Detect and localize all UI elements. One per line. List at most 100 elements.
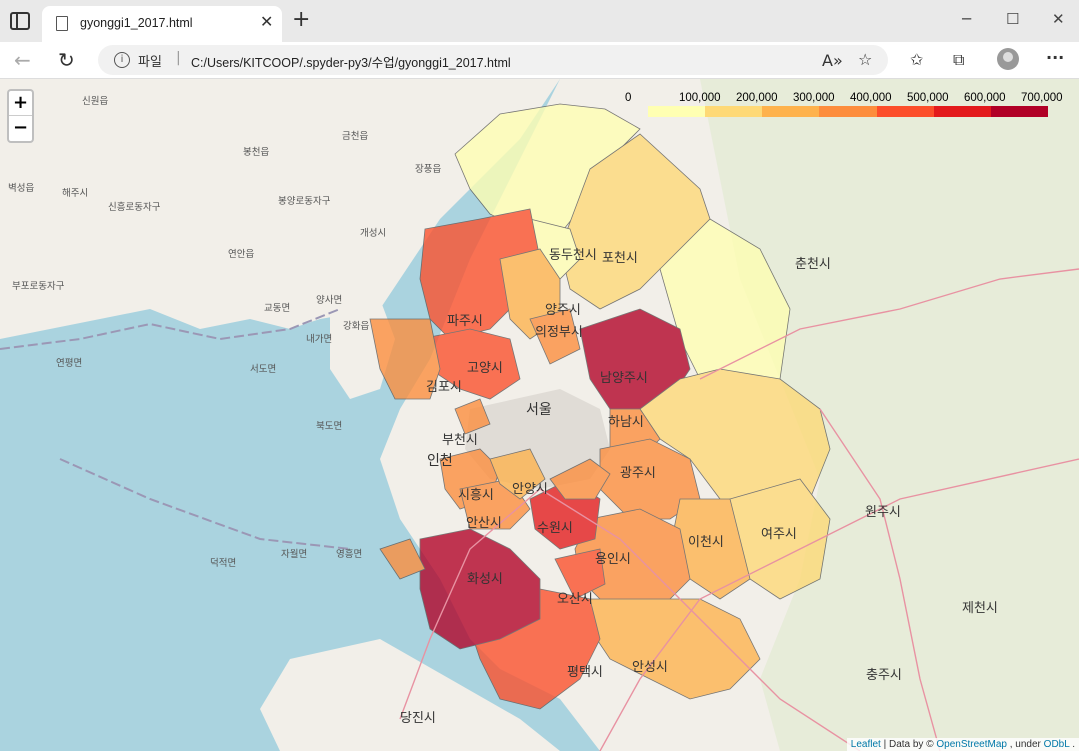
legend-tick: 200,000 — [736, 92, 778, 104]
tab-actions-icon[interactable] — [10, 12, 30, 30]
city-label: 파주시 — [447, 314, 483, 329]
maximize-icon[interactable]: ☐ — [1006, 10, 1019, 28]
browser-tab[interactable]: gyonggi1_2017.html ✕ — [42, 6, 282, 42]
odbl-link[interactable]: ODbL — [1044, 739, 1070, 750]
place-label: 내가면 — [306, 334, 332, 345]
place-label: 서도면 — [250, 364, 276, 375]
place-label: 금천읍 — [342, 131, 368, 142]
place-label: 봉천읍 — [243, 147, 269, 158]
city-label: 김포시 — [426, 380, 462, 395]
legend-tick: 300,000 — [793, 92, 835, 104]
map-svg: 서울 인천 파주시 고양시 김포시 양주시 의정부시 남양주시 포천시 광주시 … — [0, 79, 1079, 751]
address-bar-row: ← ↻ i 파일 | C:/Users/KITCOOP/.spyder-py3/… — [0, 42, 1079, 79]
document-icon — [56, 16, 68, 31]
collections-icon[interactable]: ⧉ — [953, 50, 964, 70]
attribution-text: . — [1072, 739, 1075, 750]
place-label: 강화읍 — [343, 321, 369, 332]
zoom-in-button[interactable]: + — [9, 91, 32, 116]
url-text[interactable]: C:/Users/KITCOOP/.spyder-py3/수업/gyonggi1… — [191, 52, 511, 71]
minimize-icon[interactable]: ─ — [962, 10, 971, 28]
city-label: 의정부시 — [535, 325, 583, 340]
city-label: 원주시 — [865, 505, 901, 520]
legend-color-swatch — [990, 106, 1048, 117]
legend-tick: 600,000 — [964, 92, 1006, 104]
city-label: 동두천시 — [549, 248, 597, 263]
url-scheme-label: 파일 — [138, 55, 162, 70]
zoom-control: + − — [7, 89, 34, 143]
city-label: 평택시 — [567, 665, 603, 680]
legend-color-swatch — [705, 106, 763, 117]
city-label: 광주시 — [620, 466, 656, 481]
city-label: 안산시 — [466, 516, 502, 531]
city-label: 오산시 — [557, 592, 593, 607]
legend-color-swatch — [819, 106, 877, 117]
close-window-icon[interactable]: ✕ — [1052, 10, 1065, 28]
place-label: 연안읍 — [228, 249, 254, 260]
city-label: 양주시 — [545, 303, 581, 318]
place-label: 신흥로동자구 — [108, 201, 161, 213]
map-viewport[interactable]: 서울 인천 파주시 고양시 김포시 양주시 의정부시 남양주시 포천시 광주시 … — [0, 79, 1079, 751]
legend-color-swatch — [876, 106, 934, 117]
place-label: 자월면 — [281, 548, 307, 560]
legend-tick: 500,000 — [907, 92, 949, 104]
legend-tick: 100,000 — [679, 92, 721, 104]
place-label: 봉양로동자구 — [278, 196, 331, 207]
city-label: 여주시 — [761, 527, 797, 542]
add-favorite-icon[interactable]: ☆ — [858, 50, 872, 69]
map-attribution: Leaflet | Data by © OpenStreetMap , unde… — [846, 738, 1079, 751]
place-label: 장풍읍 — [415, 164, 441, 175]
city-label: 용인시 — [595, 552, 631, 567]
city-label: 포천시 — [602, 251, 638, 266]
place-label: 교동면 — [264, 303, 290, 314]
place-label: 벽성읍 — [8, 183, 34, 194]
color-legend: 0 100,000 200,000 300,000 400,000 500,00… — [620, 84, 1063, 124]
legend-color-swatch — [762, 106, 820, 117]
attribution-text: | Data by © — [883, 739, 937, 750]
more-options-icon[interactable]: ··· — [1046, 48, 1064, 67]
address-bar[interactable]: i 파일 | C:/Users/KITCOOP/.spyder-py3/수업/g… — [98, 45, 888, 75]
city-label: 시흥시 — [458, 488, 494, 503]
back-icon[interactable]: ← — [14, 48, 31, 72]
city-label: 인천 — [427, 453, 453, 469]
info-icon[interactable]: i — [114, 52, 130, 68]
city-label: 하남시 — [608, 415, 644, 430]
city-label: 안양시 — [512, 482, 548, 497]
place-label: 북도면 — [316, 421, 342, 432]
place-label: 연평면 — [56, 358, 82, 369]
city-label: 충주시 — [866, 668, 902, 683]
city-label: 제천시 — [962, 601, 998, 616]
legend-tick: 700,000 — [1021, 92, 1063, 104]
place-label: 개성시 — [360, 228, 386, 239]
city-label: 서울 — [526, 402, 552, 418]
legend-color-bar — [648, 106, 1048, 117]
legend-color-swatch — [648, 106, 706, 117]
close-tab-icon[interactable]: ✕ — [260, 12, 273, 31]
place-label: 양사면 — [316, 295, 342, 306]
place-label: 덕적면 — [210, 557, 236, 569]
city-label: 남양주시 — [600, 371, 648, 386]
city-label: 당진시 — [400, 711, 436, 726]
read-aloud-icon[interactable]: A» — [822, 51, 843, 70]
refresh-icon[interactable]: ↻ — [58, 48, 75, 72]
favorites-icon[interactable]: ✩ — [910, 50, 923, 69]
openstreetmap-link[interactable]: OpenStreetMap — [936, 739, 1007, 750]
city-label: 부천시 — [442, 433, 478, 448]
leaflet-link[interactable]: Leaflet — [851, 739, 881, 750]
city-label: 안성시 — [632, 660, 668, 675]
zoom-out-button[interactable]: − — [9, 116, 32, 141]
legend-tick: 400,000 — [850, 92, 892, 104]
url-separator: | — [176, 50, 181, 66]
place-label: 해주시 — [62, 187, 88, 199]
legend-color-swatch — [933, 106, 991, 117]
tab-title: gyonggi1_2017.html — [80, 16, 193, 30]
tab-bar: gyonggi1_2017.html ✕ + ─ ☐ ✕ — [0, 0, 1079, 42]
attribution-text: , under — [1009, 739, 1044, 750]
new-tab-icon[interactable]: + — [292, 9, 310, 31]
city-label: 수원시 — [537, 521, 573, 536]
place-label: 신원읍 — [82, 96, 108, 107]
profile-avatar[interactable] — [997, 48, 1019, 70]
city-label: 화성시 — [467, 572, 503, 587]
legend-tick: 0 — [625, 92, 632, 104]
city-label: 이천시 — [688, 535, 724, 550]
city-label: 고양시 — [467, 361, 503, 376]
